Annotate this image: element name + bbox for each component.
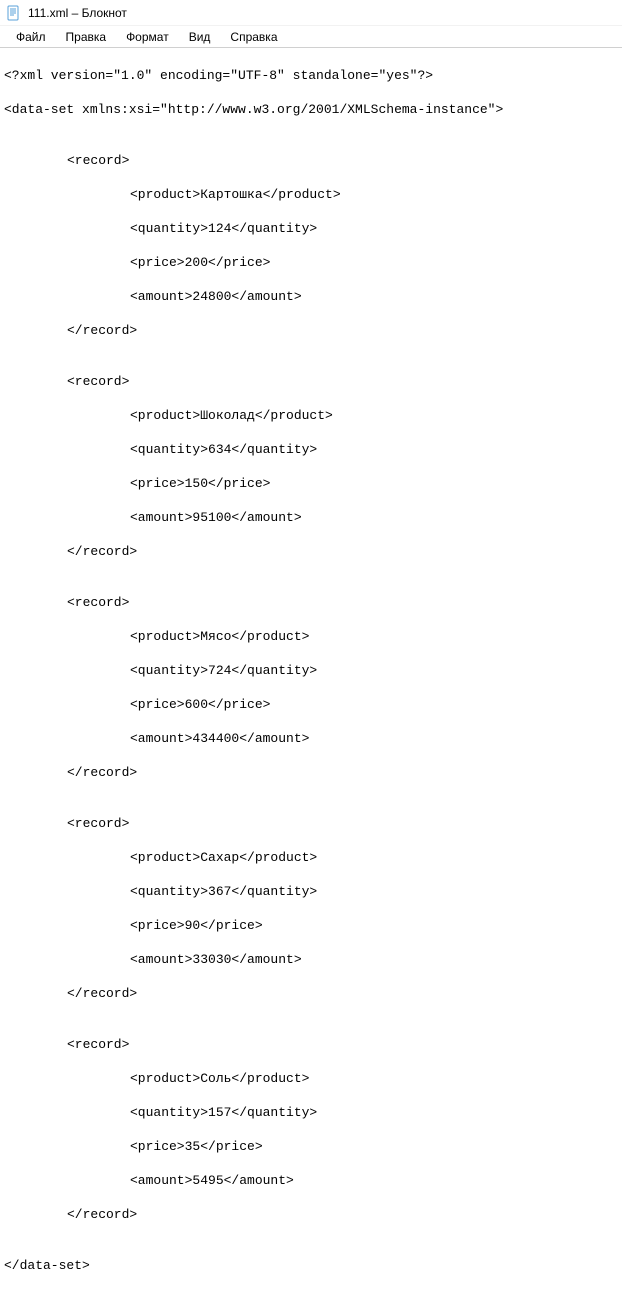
text-editor[interactable]: <?xml version="1.0" encoding="UTF-8" sta… — [0, 48, 622, 1295]
xml-line: <amount>24800</amount> — [4, 288, 618, 305]
menu-file[interactable]: Файл — [8, 28, 54, 46]
xml-line: <product>Картошка</product> — [4, 186, 618, 203]
xml-line: <price>35</price> — [4, 1138, 618, 1155]
xml-line: </record> — [4, 543, 618, 560]
xml-line: <price>150</price> — [4, 475, 618, 492]
xml-line: </data-set> — [4, 1257, 618, 1274]
xml-line: <price>90</price> — [4, 917, 618, 934]
xml-line: </record> — [4, 1206, 618, 1223]
title-bar: 111.xml – Блокнот — [0, 0, 622, 26]
xml-line: <record> — [4, 815, 618, 832]
xml-line: <product>Мясо</product> — [4, 628, 618, 645]
xml-line: <quantity>367</quantity> — [4, 883, 618, 900]
xml-line: <record> — [4, 373, 618, 390]
xml-line: <quantity>724</quantity> — [4, 662, 618, 679]
menu-format[interactable]: Формат — [118, 28, 177, 46]
xml-line: <product>Сахар</product> — [4, 849, 618, 866]
xml-line: <record> — [4, 1036, 618, 1053]
xml-line: </record> — [4, 322, 618, 339]
xml-line: <amount>5495</amount> — [4, 1172, 618, 1189]
xml-line: <?xml version="1.0" encoding="UTF-8" sta… — [4, 67, 618, 84]
xml-line: <product>Соль</product> — [4, 1070, 618, 1087]
menu-edit[interactable]: Правка — [58, 28, 115, 46]
xml-line: <quantity>124</quantity> — [4, 220, 618, 237]
menu-view[interactable]: Вид — [181, 28, 219, 46]
xml-line: <data-set xmlns:xsi="http://www.w3.org/2… — [4, 101, 618, 118]
xml-line: <amount>95100</amount> — [4, 509, 618, 526]
menu-help[interactable]: Справка — [222, 28, 285, 46]
xml-line: <quantity>157</quantity> — [4, 1104, 618, 1121]
xml-line: <amount>434400</amount> — [4, 730, 618, 747]
xml-line: <price>600</price> — [4, 696, 618, 713]
xml-line: <quantity>634</quantity> — [4, 441, 618, 458]
menu-bar: Файл Правка Формат Вид Справка — [0, 26, 622, 48]
xml-line: <record> — [4, 594, 618, 611]
xml-line: </record> — [4, 764, 618, 781]
xml-line: </record> — [4, 985, 618, 1002]
xml-line: <price>200</price> — [4, 254, 618, 271]
app-icon — [6, 5, 22, 21]
xml-line: <record> — [4, 152, 618, 169]
xml-line: <product>Шоколад</product> — [4, 407, 618, 424]
xml-line: <amount>33030</amount> — [4, 951, 618, 968]
window-title: 111.xml – Блокнот — [28, 6, 127, 20]
